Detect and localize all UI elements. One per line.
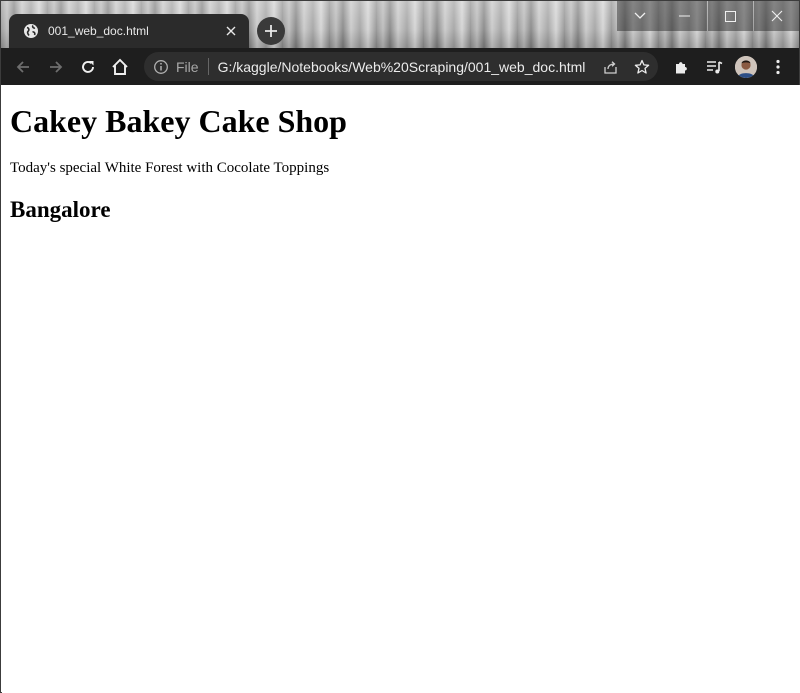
address-separator (207, 58, 209, 75)
page-heading: Cakey Bakey Cake Shop (10, 103, 347, 139)
address-url[interactable]: G:/kaggle/Notebooks/Web%20Scraping/001_w… (218, 59, 586, 75)
arrow-right-icon (50, 61, 63, 73)
plus-icon (265, 25, 277, 37)
close-icon (771, 10, 782, 22)
menu-button[interactable] (765, 54, 791, 80)
reload-icon (82, 61, 94, 73)
home-icon (112, 58, 128, 75)
back-button[interactable] (10, 54, 36, 80)
forward-button[interactable] (43, 54, 69, 80)
chevron-down-icon (634, 12, 645, 19)
star-icon (634, 59, 650, 74)
minimize-button[interactable] (662, 1, 707, 31)
minimize-icon (679, 15, 690, 17)
media-queue-icon (706, 60, 722, 73)
location-heading: Bangalore (10, 197, 111, 222)
reload-button[interactable] (75, 54, 101, 80)
home-button[interactable] (107, 54, 133, 80)
address-scheme: File (176, 58, 199, 75)
page-content: Cakey Bakey Cake Shop Today's special Wh… (2, 85, 800, 693)
maximize-button[interactable] (708, 1, 753, 31)
tab-search-button[interactable] (617, 1, 662, 31)
special-paragraph: Today's special White Forest with Cocola… (10, 160, 330, 176)
new-tab-button[interactable] (257, 17, 285, 45)
bookmark-button[interactable] (629, 54, 655, 80)
close-window-button[interactable] (754, 1, 799, 31)
share-icon (603, 60, 617, 74)
browser-tab[interactable]: 001_web_doc.html (9, 14, 249, 48)
puzzle-icon (676, 62, 687, 74)
kebab-menu-icon (776, 59, 780, 75)
share-button[interactable] (597, 54, 623, 80)
media-button[interactable] (701, 54, 727, 80)
profile-avatar[interactable] (735, 56, 757, 78)
info-icon[interactable] (153, 59, 169, 75)
maximize-icon (725, 10, 736, 22)
arrow-left-icon (16, 61, 29, 73)
tab-title: 001_web_doc.html (48, 24, 149, 38)
extensions-button[interactable] (669, 54, 695, 80)
globe-icon (23, 23, 39, 39)
browser-window: 001_web_doc.html File G:/kaggle/Notebook… (0, 0, 800, 693)
tab-strip: 001_web_doc.html (1, 1, 799, 48)
address-bar[interactable]: File G:/kaggle/Notebooks/Web%20Scraping/… (144, 52, 658, 81)
tab-close-icon[interactable] (223, 23, 239, 39)
browser-toolbar: File G:/kaggle/Notebooks/Web%20Scraping/… (1, 48, 799, 85)
